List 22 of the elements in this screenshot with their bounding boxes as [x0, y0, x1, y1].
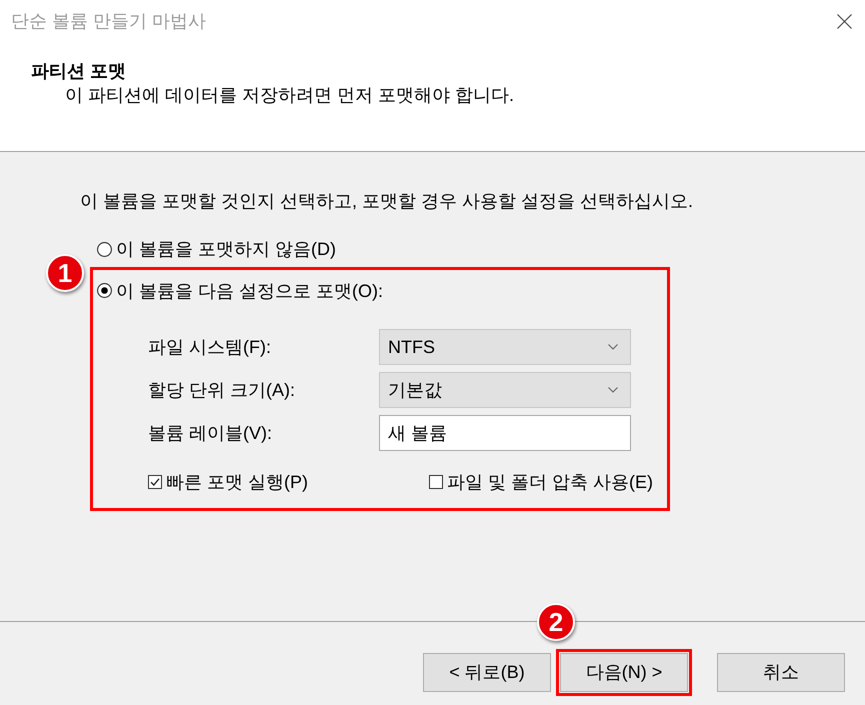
chevron-down-icon	[608, 387, 618, 393]
chevron-down-icon	[608, 344, 618, 350]
number-badge: 2	[537, 602, 575, 640]
field-label: 할당 단위 크기(A):	[148, 379, 295, 402]
wizard-button[interactable]: 다음(N) >	[560, 652, 688, 692]
dropdown[interactable]: 기본값	[379, 372, 631, 408]
wizard-button[interactable]: 취소	[717, 652, 845, 692]
checkbox-option[interactable]: 파일 및 폴더 압축 사용(E)	[429, 470, 653, 494]
checkbox-option[interactable]: 빠른 포맷 실행(P)	[148, 470, 308, 494]
wizard-button[interactable]: < 뒤로(B)	[423, 652, 551, 692]
field-label: 볼륨 레이블(V):	[148, 422, 272, 445]
page-subtitle: 이 파티션에 데이터를 저장하려면 먼저 포맷해야 합니다.	[65, 84, 514, 107]
close-icon[interactable]	[837, 14, 852, 28]
radio-option[interactable]: 이 볼륨을 포맷하지 않음(D)	[97, 237, 336, 261]
number-badge: 1	[46, 254, 84, 292]
field-label: 파일 시스템(F):	[148, 336, 271, 359]
radio-option[interactable]: 이 볼륨을 다음 설정으로 포맷(O):	[97, 278, 383, 302]
dropdown[interactable]: NTFS	[379, 329, 631, 365]
instruction-text: 이 볼륨을 포맷할 것인지 선택하고, 포맷할 경우 사용할 설정을 선택하십시오.	[80, 190, 694, 213]
text-field[interactable]: 새 볼륨	[379, 415, 631, 451]
page-heading: 파티션 포맷	[31, 60, 126, 83]
window-title: 단순 볼륨 만들기 마법사	[11, 10, 206, 33]
